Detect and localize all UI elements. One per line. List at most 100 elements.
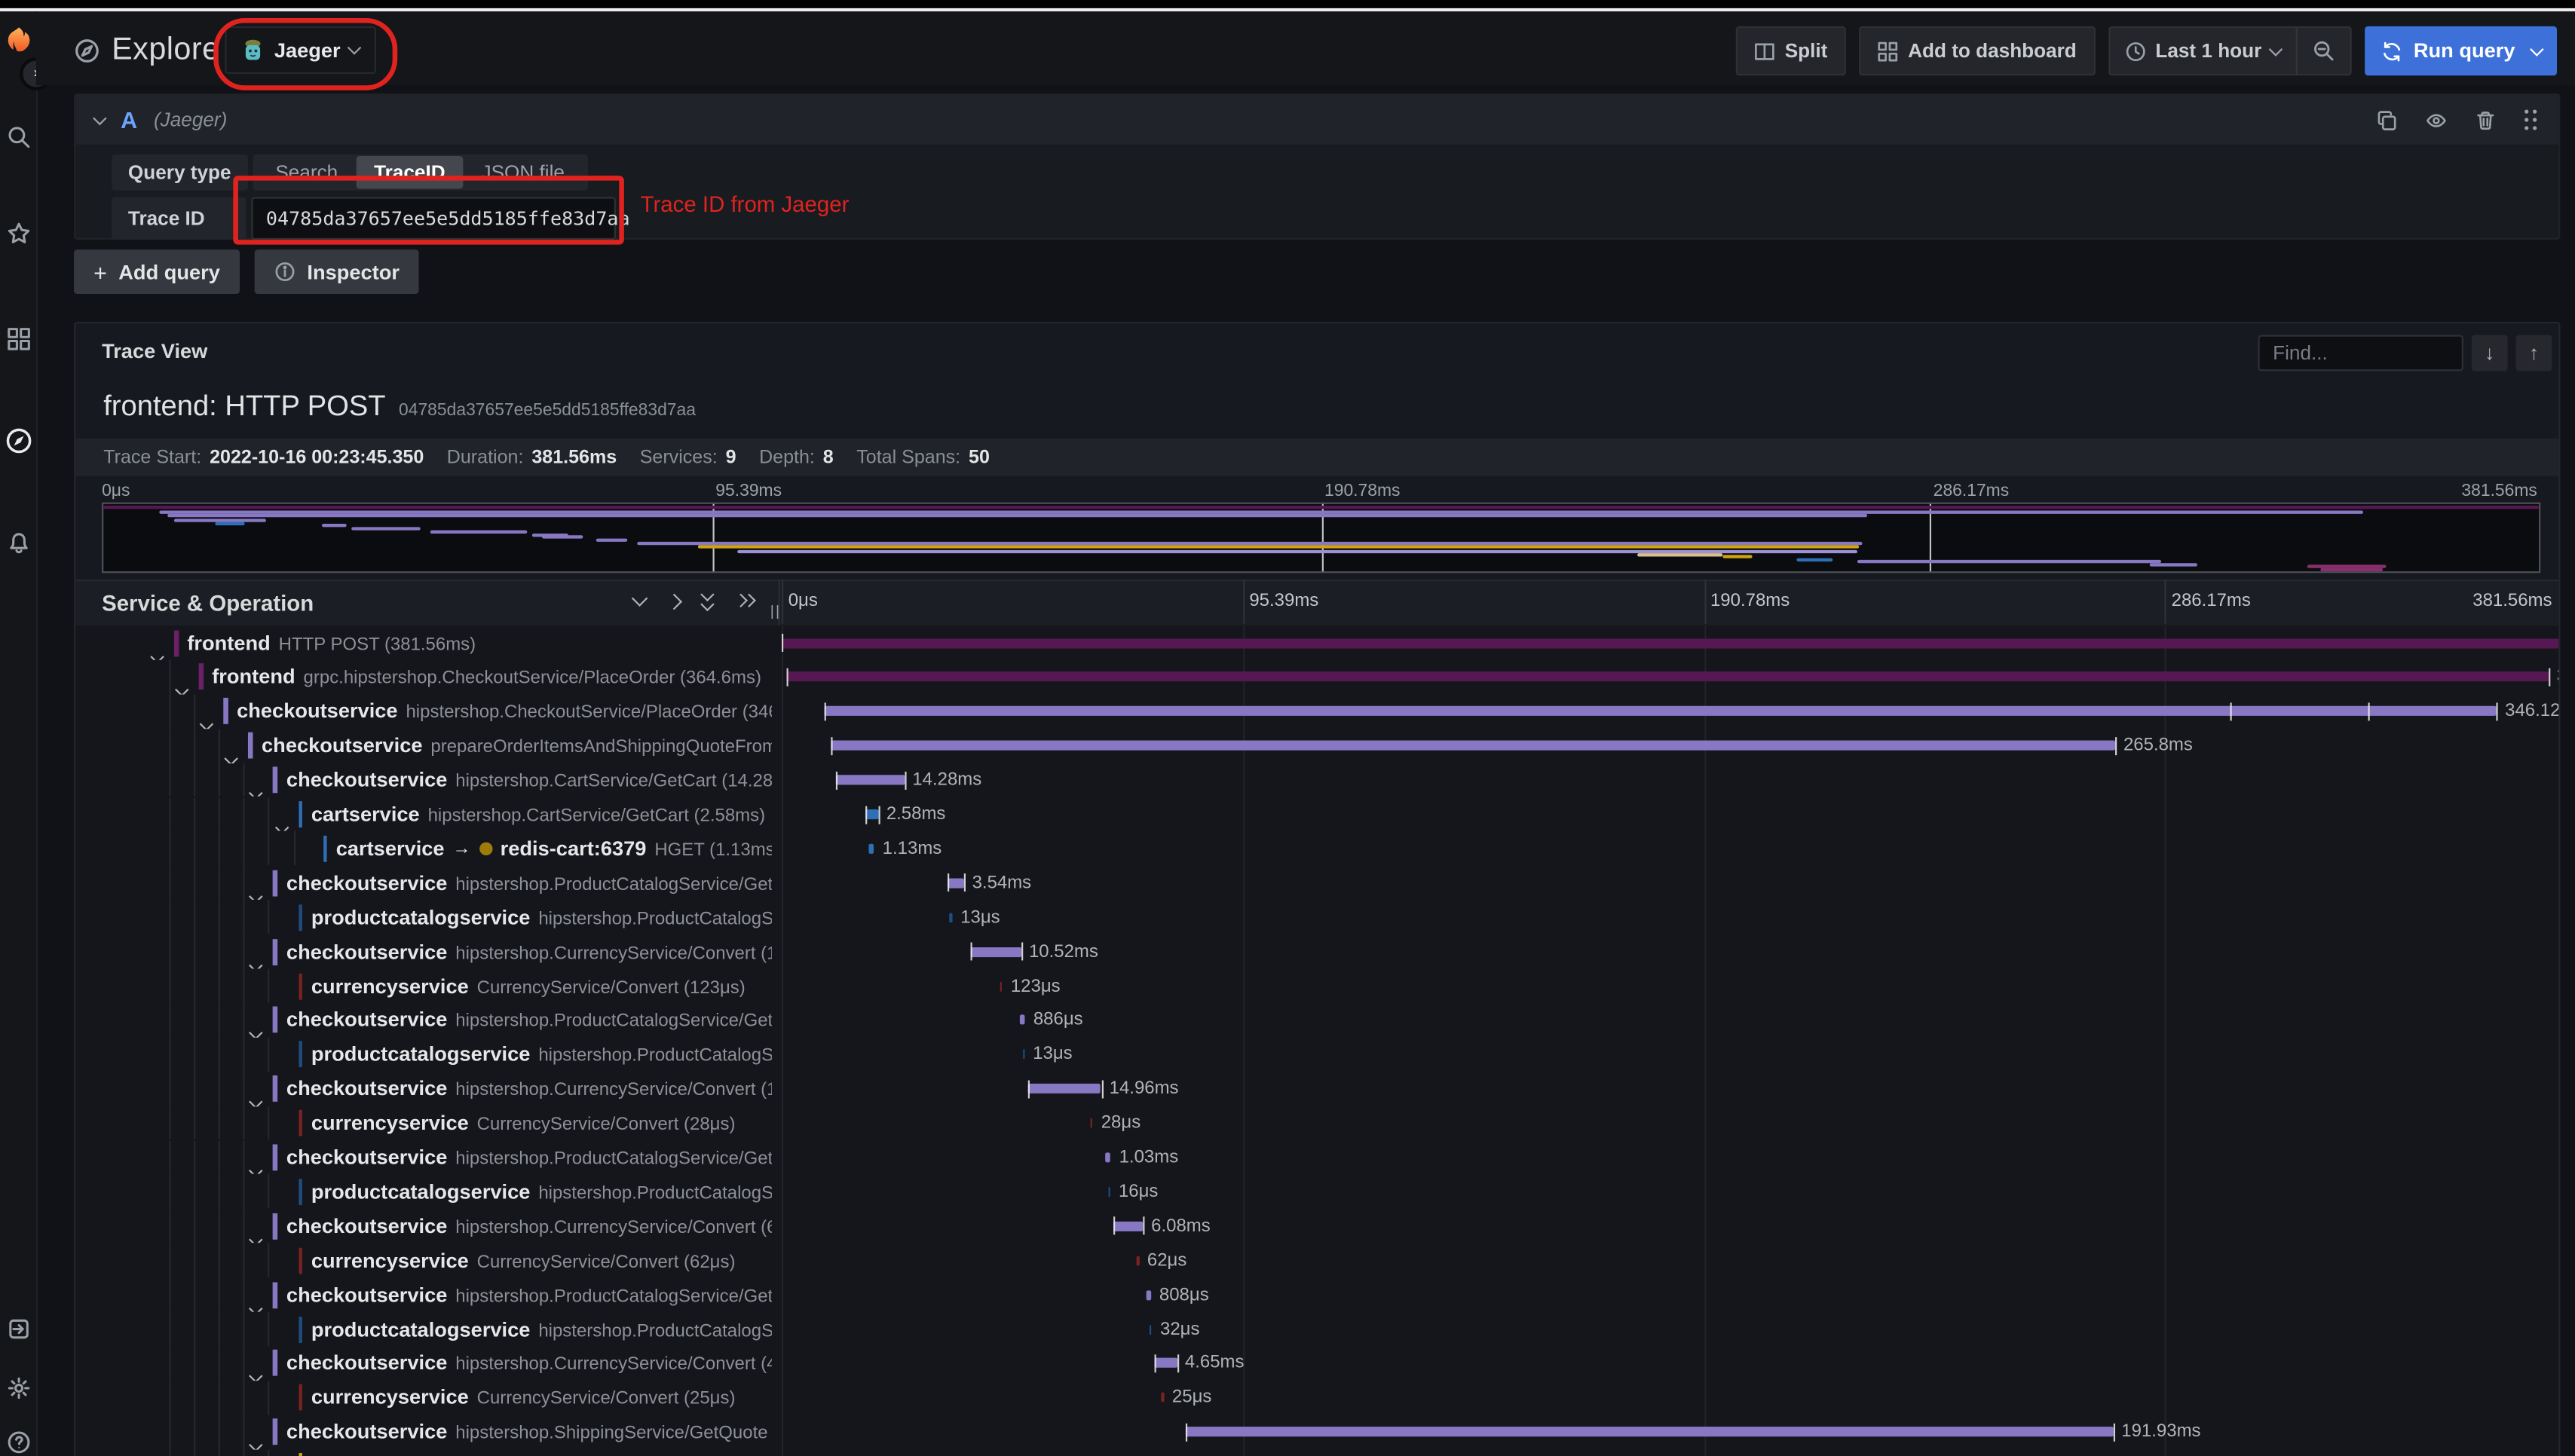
trace-span-row[interactable]: checkoutservice hipstershop.ProductCatalo… [75, 1140, 2558, 1175]
find-input[interactable]: Find... [2258, 335, 2463, 372]
indent-guide [243, 1243, 246, 1278]
explore-compass-icon[interactable] [0, 427, 36, 454]
span-duration-bar[interactable] [1154, 1358, 1177, 1369]
add-query-button[interactable]: + Add query [74, 249, 240, 294]
trace-span-row[interactable]: productcatalogservice hipstershop.Product… [75, 1174, 2558, 1210]
stat-value: 2022-10-16 00:23:45.350 [210, 447, 424, 467]
span-duration-bar[interactable] [1113, 1221, 1144, 1231]
trace-span-row[interactable]: currencyservice CurrencyService/Convert (… [75, 1243, 2558, 1278]
hide-query-eye-icon[interactable] [2424, 109, 2449, 130]
collapse-chevron-icon[interactable] [93, 111, 106, 124]
span-expander-icon[interactable] [151, 638, 164, 660]
trace-span-row[interactable]: checkoutservice hipstershop.CheckoutServi… [75, 694, 2558, 729]
trace-span-row[interactable]: frontend HTTP POST (381.56ms) [75, 626, 2559, 660]
delete-query-trash-icon[interactable] [2475, 109, 2496, 130]
span-expander-icon[interactable] [250, 1222, 263, 1243]
trace-span-row[interactable]: currencyservice CurrencyService/Convert (… [75, 1106, 2558, 1140]
span-duration-bar[interactable] [969, 947, 1021, 957]
timeline-tick-mark [1242, 580, 1245, 624]
span-expander-icon[interactable] [250, 1153, 263, 1175]
alerting-bell-icon[interactable] [0, 531, 36, 555]
trace-span-row[interactable]: productcatalogservice hipstershop.Product… [75, 1037, 2558, 1072]
collapse-all-icon[interactable] [700, 587, 714, 610]
trace-span-row[interactable]: checkoutservice hipstershop.CurrencyServi… [75, 1209, 2558, 1243]
trace-span-row[interactable]: productcatalogservice hipstershop.Product… [75, 900, 2558, 934]
trace-span-row[interactable]: checkoutservice hipstershop.ProductCatalo… [75, 1002, 2558, 1038]
expand-one-icon[interactable] [666, 592, 683, 610]
span-duration-bar[interactable] [1147, 1289, 1152, 1300]
trace-span-row[interactable]: checkoutservice prepareOrderItemsAndShipp… [75, 728, 2558, 763]
duplicate-query-icon[interactable] [2376, 109, 2397, 130]
expand-all-icon[interactable] [733, 594, 755, 607]
span-expander-icon[interactable] [274, 810, 288, 832]
span-expander-icon[interactable] [176, 673, 188, 695]
trace-span-row[interactable]: checkoutservice hipstershop.ProductCatalo… [75, 865, 2558, 901]
span-expander-icon[interactable] [225, 742, 238, 763]
trace-span-row[interactable]: checkoutservice hipstershop.CurrencyServi… [75, 1346, 2558, 1381]
span-duration-bar[interactable] [830, 740, 2116, 751]
span-duration-bar[interactable] [868, 843, 874, 854]
span-duration-bar[interactable] [1020, 1015, 1025, 1026]
sign-in-icon[interactable] [0, 1317, 36, 1341]
span-expander-icon[interactable] [250, 879, 263, 901]
span-duration-bar[interactable] [1105, 1152, 1111, 1163]
span-duration-bar[interactable] [824, 706, 2497, 717]
trace-span-row[interactable]: currencyservice CurrencyService/Convert (… [75, 968, 2558, 1003]
span-duration-bar[interactable] [787, 671, 2549, 682]
query-row-header[interactable]: A (Jaeger) [75, 95, 2559, 145]
zoom-out-button[interactable] [2297, 28, 2350, 74]
help-icon[interactable] [0, 1430, 36, 1455]
split-button[interactable]: Split [1735, 26, 1846, 76]
span-duration-bar[interactable] [1185, 1427, 2114, 1437]
search-icon[interactable] [0, 125, 36, 150]
trace-minimap[interactable] [102, 502, 2541, 574]
span-duration-bar[interactable] [1000, 980, 1003, 991]
collapse-one-icon[interactable] [631, 590, 648, 607]
inspector-button[interactable]: Inspector [254, 249, 420, 294]
dashboards-icon[interactable] [0, 327, 36, 352]
service-color-strip [273, 1418, 278, 1445]
trace-span-row[interactable]: checkoutservice hipstershop.CartService/G… [75, 763, 2558, 797]
indent-guide [243, 1140, 246, 1175]
span-duration-bar[interactable] [949, 912, 953, 922]
run-query-button[interactable]: Run query [2364, 26, 2558, 76]
span-duration-bar[interactable] [834, 775, 905, 785]
span-expander-icon[interactable] [200, 708, 213, 729]
span-duration-bar[interactable] [1136, 1255, 1139, 1265]
span-duration-bar[interactable] [1161, 1393, 1164, 1403]
span-duration-bar[interactable] [946, 878, 964, 889]
span-duration-bar[interactable] [1028, 1084, 1101, 1094]
trace-span-row[interactable]: checkoutservice hipstershop.CurrencyServi… [75, 934, 2558, 969]
trace-span-row[interactable]: checkoutservice hipstershop.ProductCatalo… [75, 1277, 2558, 1312]
span-duration-bar[interactable] [865, 809, 878, 820]
span-expander-icon[interactable] [250, 776, 263, 797]
span-expander-icon[interactable] [250, 1016, 263, 1038]
star-icon[interactable] [0, 222, 36, 246]
find-next-button[interactable]: ↓ [2471, 335, 2508, 372]
span-expander-icon[interactable] [250, 1084, 263, 1106]
span-expander-icon[interactable] [250, 947, 263, 969]
service-name: checkoutservice [237, 699, 398, 723]
trace-span-row[interactable]: cartservice hipstershop.CartService/GetCa… [75, 797, 2558, 832]
find-prev-button[interactable]: ↑ [2515, 335, 2552, 372]
span-duration-bar[interactable] [1150, 1324, 1153, 1335]
span-expander-icon[interactable] [250, 1291, 263, 1312]
trace-span-row[interactable]: currencyservice CurrencyService/Convert (… [75, 1380, 2558, 1415]
time-range-picker[interactable]: Last 1 hour [2109, 28, 2295, 74]
trace-span-row[interactable]: checkoutservice hipstershop.CurrencyServi… [75, 1071, 2558, 1106]
span-duration-bar[interactable] [1090, 1118, 1093, 1128]
trace-span-row[interactable]: cartservice → redis-cart:6379 HGET (1.13ms)… [75, 831, 2558, 866]
trace-span-row[interactable]: productcatalogservice hipstershop.Product… [75, 1311, 2558, 1347]
settings-gear-icon[interactable] [0, 1376, 36, 1401]
drag-handle-icon[interactable] [2522, 109, 2539, 131]
span-duration-bar[interactable] [781, 638, 2559, 648]
span-expander-icon[interactable] [250, 1360, 263, 1381]
trace-span-row[interactable]: checkoutservice hipstershop.ShippingServi… [75, 1415, 2558, 1449]
trace-span-row[interactable]: frontend grpc.hipstershop.CheckoutService… [75, 659, 2558, 695]
trace-span-row[interactable]: shippingserviceget-quote (181.98ms)181.9… [75, 1448, 2558, 1456]
grafana-logo[interactable] [0, 26, 36, 54]
add-to-dashboard-button[interactable]: Add to dashboard [1858, 26, 2095, 76]
span-expander-icon[interactable] [250, 1428, 263, 1449]
span-duration-bar[interactable] [1022, 1049, 1025, 1060]
span-duration-bar[interactable] [1108, 1186, 1111, 1197]
